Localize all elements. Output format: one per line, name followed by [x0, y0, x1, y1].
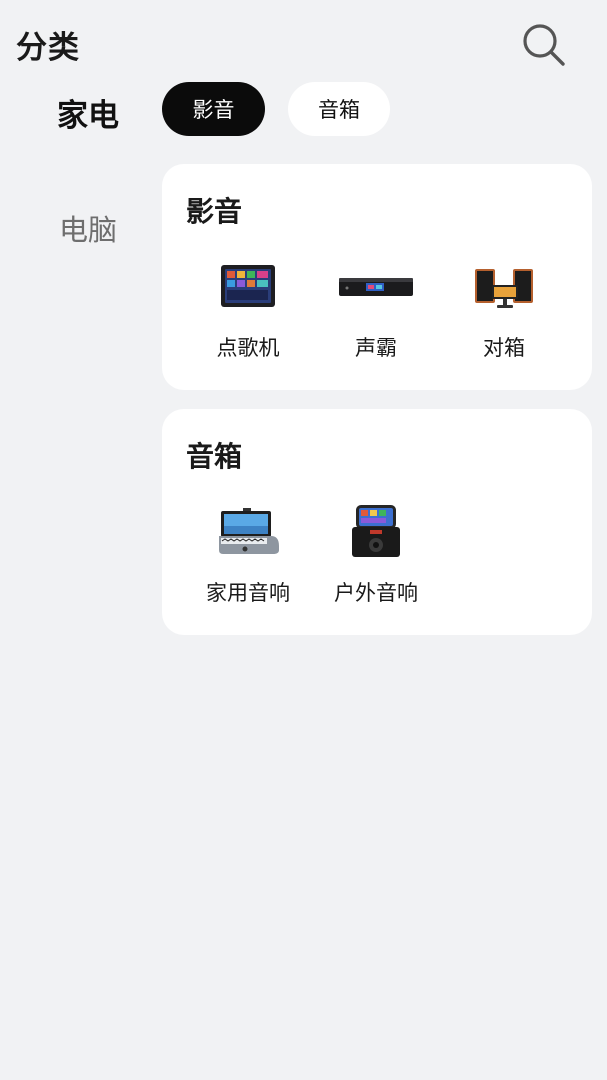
tab-audio-video[interactable]: 影音: [162, 82, 265, 136]
product-home-speaker[interactable]: 家用音响: [184, 503, 312, 607]
section-card-audio-video: 影音 点歌机 声霸 对箱: [162, 164, 592, 390]
product-label: 户外音响: [334, 581, 418, 605]
search-icon: [523, 24, 565, 66]
product-soundbar[interactable]: 声霸: [312, 258, 440, 362]
product-outdoor-speaker[interactable]: 户外音响: [312, 503, 440, 607]
home-speaker-icon: [219, 508, 279, 554]
search-button[interactable]: [516, 18, 570, 72]
top-bar: 分类: [0, 0, 607, 86]
tab-speakers[interactable]: 音箱: [288, 82, 390, 136]
karaoke-machine-icon: [221, 265, 275, 307]
product-speaker-pair[interactable]: 对箱: [440, 258, 568, 362]
speaker-pair-icon: [475, 269, 533, 308]
section-title: 影音: [186, 195, 243, 228]
product-karaoke-machine[interactable]: 点歌机: [184, 258, 312, 362]
page-title: 分类: [16, 30, 80, 66]
section-card-speakers: 音箱 家用音响 户外音响: [162, 409, 592, 635]
section-title: 音箱: [186, 440, 243, 473]
sidebar-item-appliances[interactable]: 家电: [0, 90, 176, 135]
soundbar-icon: [339, 278, 413, 296]
product-label: 对箱: [483, 336, 525, 360]
product-label: 声霸: [355, 336, 397, 360]
sidebar-item-computers[interactable]: 电脑: [0, 207, 176, 249]
outdoor-speaker-icon: [352, 505, 400, 557]
product-label: 家用音响: [206, 581, 290, 605]
product-label: 点歌机: [216, 336, 280, 360]
